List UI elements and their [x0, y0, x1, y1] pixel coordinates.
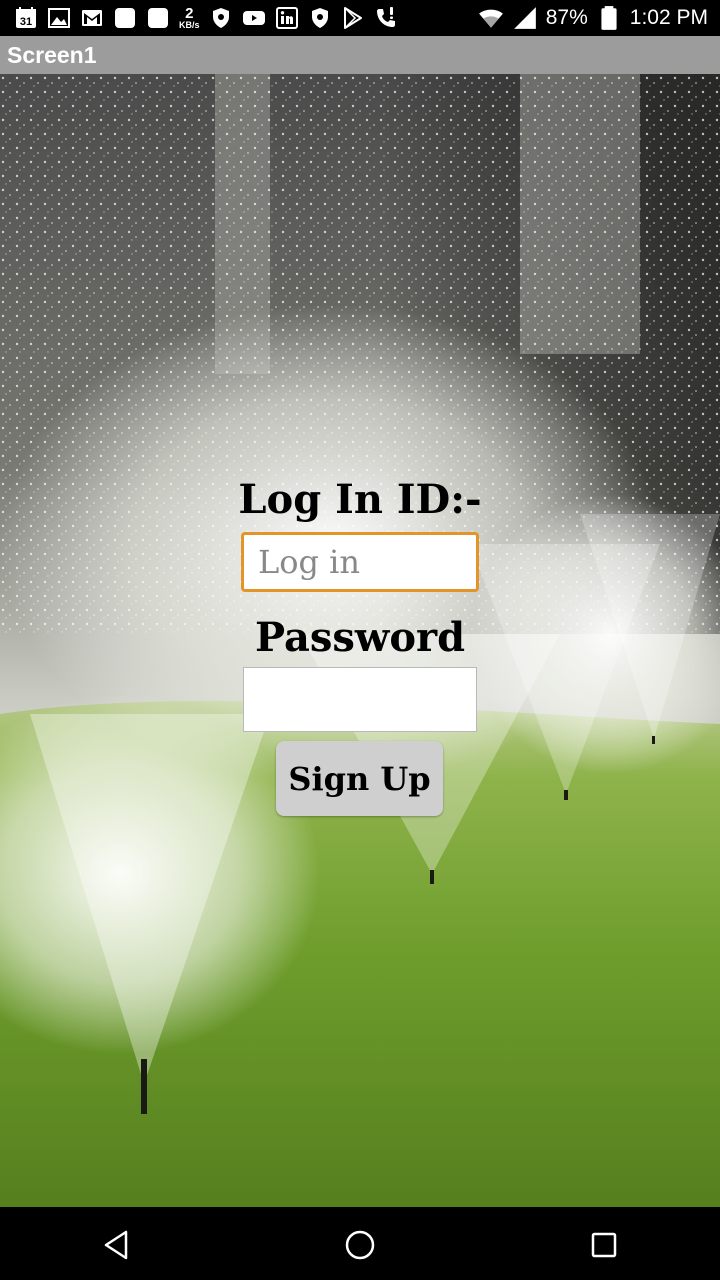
battery-icon — [596, 5, 622, 31]
password-label: Password — [254, 614, 466, 661]
youtube-icon — [242, 6, 266, 30]
status-bar: 31 2 KB/s 87% 1:02 PM — [0, 0, 720, 36]
recents-icon[interactable] — [584, 1225, 624, 1265]
login-form: Log In ID:- Password Sign Up — [0, 74, 720, 1207]
wifi-icon — [478, 5, 504, 31]
gallery-icon — [47, 6, 71, 30]
system-status: 87% 1:02 PM — [478, 0, 708, 36]
app-title-bar: Screen1 — [0, 36, 720, 74]
clock: 1:02 PM — [629, 6, 708, 29]
app-square-icon — [146, 6, 170, 30]
notification-icons: 31 2 KB/s — [0, 0, 398, 36]
login-id-input[interactable] — [241, 532, 479, 592]
calendar-icon: 31 — [14, 6, 38, 30]
vpn-shield-icon — [209, 6, 233, 30]
gmail-icon — [80, 6, 104, 30]
login-id-label: Log In ID:- — [238, 476, 482, 523]
navigation-bar — [0, 1207, 720, 1280]
play-store-icon — [341, 6, 365, 30]
back-icon[interactable] — [97, 1225, 137, 1265]
signal-icon — [512, 5, 538, 31]
sign-up-button[interactable]: Sign Up — [276, 741, 443, 816]
home-icon[interactable] — [340, 1225, 380, 1265]
svg-text:31: 31 — [20, 16, 32, 28]
password-input[interactable] — [243, 667, 477, 732]
app-square-icon — [113, 6, 137, 30]
net-speed-value: 2 — [185, 5, 194, 22]
vpn-shield-icon — [308, 6, 332, 30]
call-alert-icon — [374, 6, 398, 30]
battery-percent: 87% — [545, 6, 588, 29]
net-speed-unit: KB/s — [179, 20, 200, 30]
net-speed-icon: 2 KB/s — [179, 6, 200, 30]
linkedin-icon — [275, 6, 299, 30]
screen-title: Screen1 — [7, 41, 97, 68]
